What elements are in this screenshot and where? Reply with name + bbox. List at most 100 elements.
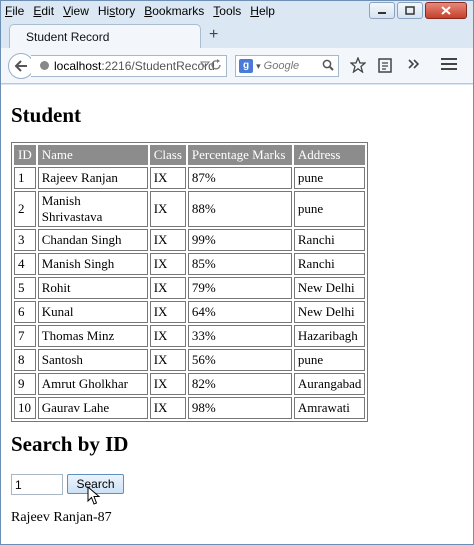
menu-item-rest: ookmarks	[152, 4, 205, 18]
new-tab-icon[interactable]: +	[209, 26, 218, 44]
tab-bar: Student Record +	[1, 22, 473, 50]
menu-item-rest: ools	[219, 4, 242, 18]
table-cell: IX	[149, 373, 186, 395]
table-cell: Thomas Minz	[37, 325, 148, 347]
address-bar[interactable]: localhost:2216/StudentRecord	[31, 55, 227, 77]
menu-item-accesskey: V	[63, 4, 71, 18]
table-row: 4 Manish Singh IX 85% Ranchi	[14, 253, 366, 275]
search-bar[interactable]: g ▾ Google	[235, 55, 339, 77]
close-button[interactable]	[425, 2, 467, 19]
search-icon[interactable]	[322, 59, 334, 74]
table-cell: 88%	[187, 191, 292, 227]
search-result: Rajeev Ranjan-87	[11, 510, 112, 525]
maximize-icon	[405, 6, 415, 15]
table-cell: 98%	[187, 397, 292, 419]
table-cell: Rohit	[37, 277, 148, 299]
table-row: 5 Rohit IX 79% New Delhi	[14, 277, 366, 299]
url-host: localhost	[54, 59, 102, 73]
table-cell: IX	[149, 253, 186, 275]
search-placeholder: Google	[263, 59, 300, 72]
table-cell: Manish Singh	[37, 253, 148, 275]
table-cell: Aurangabad	[293, 373, 366, 395]
table-cell: IX	[149, 301, 186, 323]
column-header: Address	[293, 145, 366, 165]
table-cell: Ranchi	[293, 253, 366, 275]
globe-icon	[40, 61, 49, 70]
menu-hamburger-icon[interactable]	[441, 58, 457, 73]
close-icon	[441, 6, 451, 15]
menu-item-rest: tory	[115, 4, 136, 18]
menu-item-bookmarks[interactable]: Bookmarks	[144, 4, 204, 18]
table-cell: 3	[14, 229, 36, 251]
table-cell: IX	[149, 277, 186, 299]
tab-title: Student Record	[26, 30, 110, 44]
menu-item-view[interactable]: View	[63, 4, 89, 18]
table-cell: 85%	[187, 253, 292, 275]
menu-item-rest: ile	[12, 4, 25, 18]
table-cell: pune	[293, 167, 366, 189]
menu-item-file[interactable]: File	[5, 4, 24, 18]
table-cell: 64%	[187, 301, 292, 323]
table-cell: Rajeev Ranjan	[37, 167, 148, 189]
table-cell: IX	[149, 397, 186, 419]
table-cell: New Delhi	[293, 277, 366, 299]
table-cell: 8	[14, 349, 36, 371]
table-row: 1 Rajeev Ranjan IX 87% pune	[14, 167, 366, 189]
table-cell: 87%	[187, 167, 292, 189]
table-row: 6 Kunal IX 64% New Delhi	[14, 301, 366, 323]
url-actions[interactable]	[199, 59, 222, 73]
menu-item-edit[interactable]: Edit	[33, 4, 54, 18]
table-cell: IX	[149, 167, 186, 189]
engine-dropdown-icon[interactable]: ▾	[256, 61, 261, 71]
bookmarks-menu-icon[interactable]	[378, 57, 392, 77]
column-header: Name	[37, 145, 148, 165]
table-cell: 1	[14, 167, 36, 189]
google-icon[interactable]: g	[239, 59, 253, 73]
minimize-button[interactable]	[369, 2, 395, 19]
back-arrow-icon	[14, 60, 27, 72]
minimize-icon	[378, 11, 386, 14]
table-row: 10 Gaurav Lahe IX 98% Amrawati	[14, 397, 366, 419]
maximize-button[interactable]	[397, 2, 423, 19]
bookmark-star-icon[interactable]	[349, 56, 367, 77]
column-header: Class	[149, 145, 186, 165]
table-cell: 6	[14, 301, 36, 323]
table-cell: 7	[14, 325, 36, 347]
table-cell: Amrawati	[293, 397, 366, 419]
table-cell: Manish Shrivastava	[37, 191, 148, 227]
table-cell: IX	[149, 349, 186, 371]
table-cell: Hazaribagh	[293, 325, 366, 347]
table-cell: pune	[293, 191, 366, 227]
table-cell: Chandan Singh	[37, 229, 148, 251]
tab-student-record[interactable]: Student Record	[9, 24, 201, 50]
table-row: 9 Amrut Gholkhar IX 82% Aurangabad	[14, 373, 366, 395]
menu-item-rest: elp	[258, 4, 275, 18]
table-cell: New Delhi	[293, 301, 366, 323]
table-cell: 99%	[187, 229, 292, 251]
window-controls	[369, 2, 467, 19]
search-heading: Search by ID	[11, 432, 129, 456]
menu-item-history[interactable]: History	[98, 4, 135, 18]
menu-item-help[interactable]: Help	[250, 4, 275, 18]
table-cell: 9	[14, 373, 36, 395]
menu-item-rest: iew	[70, 4, 89, 18]
menu-item-prefix: Hi	[97, 4, 110, 18]
menu-item-rest: dit	[41, 4, 55, 18]
table-cell: IX	[149, 325, 186, 347]
table-cell: 2	[14, 191, 36, 227]
dropdown-reload-icon	[199, 59, 221, 70]
menu-item-tools[interactable]: Tools	[213, 4, 241, 18]
table-row: 2 Manish Shrivastava IX 88% pune	[14, 191, 366, 227]
student-table: ID Name Class Percentage Marks Address 1…	[11, 142, 369, 422]
table-cell: 33%	[187, 325, 292, 347]
table-cell: 10	[14, 397, 36, 419]
overflow-chevron-icon[interactable]	[407, 57, 421, 75]
table-cell: Santosh	[37, 349, 148, 371]
table-cell: IX	[149, 229, 186, 251]
mouse-cursor-icon	[87, 486, 101, 505]
search-id-input[interactable]	[11, 474, 63, 495]
browser-window: File Edit View History Bookmarks Tools Help St…	[0, 0, 474, 545]
column-header: Percentage Marks	[187, 145, 292, 165]
table-cell: Amrut Gholkhar	[37, 373, 148, 395]
table-cell: Gaurav Lahe	[37, 397, 148, 419]
